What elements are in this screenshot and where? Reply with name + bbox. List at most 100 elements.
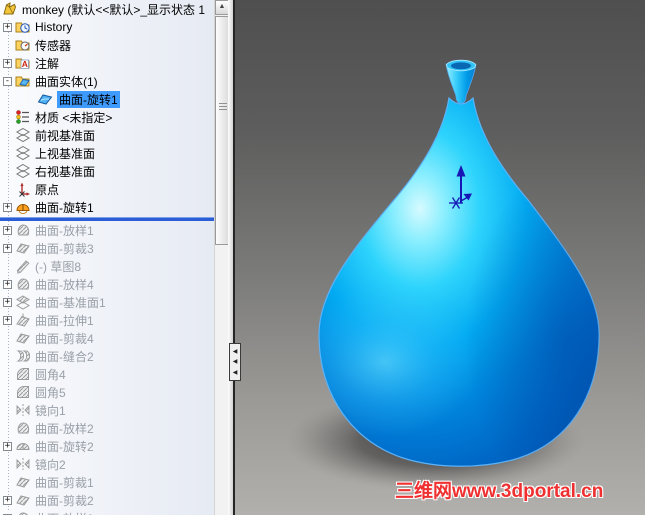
tree-item[interactable]: + 曲面-剪裁3 <box>0 239 214 257</box>
tree-item-label: 曲面-剪裁4 <box>35 331 94 346</box>
expand-toggle[interactable]: + <box>3 315 12 325</box>
expand-toggle[interactable]: - <box>3 76 12 86</box>
sketch-dim-icon <box>15 258 31 274</box>
sensors-icon <box>15 37 31 53</box>
knit-dim-icon <box>15 348 31 364</box>
tree-root-item[interactable]: monkey (默认<<默认>_显示状态 1 <box>0 0 214 18</box>
tree-item-label: 圆角5 <box>35 385 66 400</box>
tree-item-label: 原点 <box>35 182 60 197</box>
expand-toggle[interactable]: + <box>3 495 12 505</box>
tree-scrollbar[interactable]: ▲ <box>214 0 229 515</box>
tree-item[interactable]: 原点 <box>0 180 214 198</box>
tree-item[interactable]: + 曲面-剪裁2 <box>0 491 214 509</box>
tree-item[interactable]: 镜向2 <box>0 455 214 473</box>
tree-item-label: monkey (默认<<默认>_显示状态 1 <box>22 2 206 17</box>
trim-dim-icon <box>15 474 31 490</box>
tree-item[interactable]: 圆角5 <box>0 383 214 401</box>
collapse-arrow-icon: ◀ <box>232 359 238 365</box>
plane-dim-icon <box>15 294 31 310</box>
annotations-icon: A <box>15 55 31 71</box>
fillet-dim-icon <box>15 384 31 400</box>
tree-item[interactable]: + History <box>0 18 214 36</box>
revolve-dim-icon <box>15 438 31 454</box>
svg-text:A: A <box>22 59 28 69</box>
loft-dim-icon <box>15 420 31 436</box>
tree-item[interactable]: +曲面-放样3 <box>0 509 214 515</box>
tree-item-label: 材质 <未指定> <box>35 110 113 125</box>
tree-item-label: 曲面-旋转2 <box>35 439 94 454</box>
watermark: 三维网www.3dportal.cn <box>395 481 604 502</box>
feature-tree-panel[interactable]: monkey (默认<<默认>_显示状态 1 + History 传感器 + A 注解 - 曲面… <box>0 0 214 515</box>
tree-item[interactable]: 镜向1 <box>0 401 214 419</box>
scrollbar-up-icon[interactable]: ▲ <box>215 0 229 15</box>
expand-toggle[interactable]: + <box>3 58 12 68</box>
tree-item-label: 曲面-放样3 <box>35 510 94 515</box>
surface-folder-icon <box>15 73 31 89</box>
tree-item[interactable]: + 曲面-旋转1 <box>0 198 214 216</box>
origin-icon <box>15 181 31 197</box>
surface-icon <box>37 91 53 107</box>
tree-item[interactable]: 曲面-剪裁4 <box>0 329 214 347</box>
tree-item-label: 镜向1 <box>35 403 66 418</box>
expand-toggle[interactable]: + <box>3 243 12 253</box>
revolve-icon <box>15 199 31 215</box>
tree-item[interactable]: + 曲面-放样4 <box>0 275 214 293</box>
expand-toggle[interactable]: + <box>3 225 12 235</box>
tree-item-label: 曲面-拉伸1 <box>35 313 94 328</box>
tree-item[interactable]: + 曲面-拉伸1 <box>0 311 214 329</box>
trim-dim-icon <box>15 330 31 346</box>
tree-item-label: 镜向2 <box>35 457 66 472</box>
mirror-dim-icon <box>15 456 31 472</box>
tree-item[interactable]: (-) 草图8 <box>0 257 214 275</box>
plane-icon <box>15 145 31 161</box>
collapse-arrow-icon: ◀ <box>232 348 238 355</box>
material-icon <box>15 109 31 125</box>
history-icon <box>15 19 31 35</box>
tree-item-label: 上视基准面 <box>35 146 96 161</box>
model-scene <box>285 59 600 492</box>
tree-item-label: History <box>35 20 73 34</box>
expand-toggle[interactable]: + <box>3 22 12 32</box>
solidworks-window: monkey (默认<<默认>_显示状态 1 + History 传感器 + A 注解 - 曲面… <box>0 0 645 515</box>
expand-toggle[interactable]: + <box>3 297 12 307</box>
fillet-dim-icon <box>15 366 31 382</box>
tree-item-label: 曲面-旋转1 <box>35 200 94 215</box>
mirror-dim-icon <box>15 402 31 418</box>
tree-item[interactable]: - 曲面实体(1) <box>0 72 214 90</box>
tree-item[interactable]: 材质 <未指定> <box>0 108 214 126</box>
tree-item[interactable]: 曲面-剪裁1 <box>0 473 214 491</box>
tree-item[interactable]: + 曲面-基准面1 <box>0 293 214 311</box>
collapse-handle[interactable]: ◀ ◀ ◀ <box>229 343 241 381</box>
tree-item-label: 传感器 <box>35 38 72 53</box>
tree-item[interactable]: 曲面-放样2 <box>0 419 214 437</box>
tree-item-label: 注解 <box>35 56 60 71</box>
tree-item[interactable]: 右视基准面 <box>0 162 214 180</box>
tree-item-label: 曲面-放样1 <box>35 223 94 238</box>
scrollbar-grip-icon <box>219 103 227 112</box>
tree-item[interactable]: 传感器 <box>0 36 214 54</box>
plane-icon <box>15 163 31 179</box>
tree-item-label: 曲面-剪裁2 <box>35 493 94 508</box>
collapse-arrow-icon: ◀ <box>232 369 238 376</box>
tree-item-label: 曲面-基准面1 <box>35 295 106 310</box>
tree-item[interactable]: + 曲面-放样1 <box>0 221 214 239</box>
tree-item[interactable]: + 曲面-旋转2 <box>0 437 214 455</box>
expand-toggle[interactable]: + <box>3 441 12 451</box>
tree-item[interactable]: 曲面-缝合2 <box>0 347 214 365</box>
tree-item[interactable]: 前视基准面 <box>0 126 214 144</box>
loft-dim-icon <box>15 276 31 292</box>
tree-item[interactable]: 上视基准面 <box>0 144 214 162</box>
tree-item-label: (-) 草图8 <box>35 259 81 274</box>
loft-dim-icon <box>15 510 31 515</box>
tree-item-label: 前视基准面 <box>35 128 96 143</box>
expand-toggle[interactable]: + <box>3 279 12 289</box>
tree-item-label: 圆角4 <box>35 367 66 382</box>
tree-item[interactable]: 曲面-旋转1 <box>0 90 214 108</box>
viewport-canvas[interactable]: 三维网www.3dportal.cn <box>235 0 645 515</box>
tree-item[interactable]: 圆角4 <box>0 365 214 383</box>
expand-toggle[interactable]: + <box>3 202 12 212</box>
trim-dim-icon <box>15 492 31 508</box>
scrollbar-thumb[interactable] <box>215 16 229 245</box>
tree-item-label: 右视基准面 <box>35 164 96 179</box>
tree-item[interactable]: + A 注解 <box>0 54 214 72</box>
